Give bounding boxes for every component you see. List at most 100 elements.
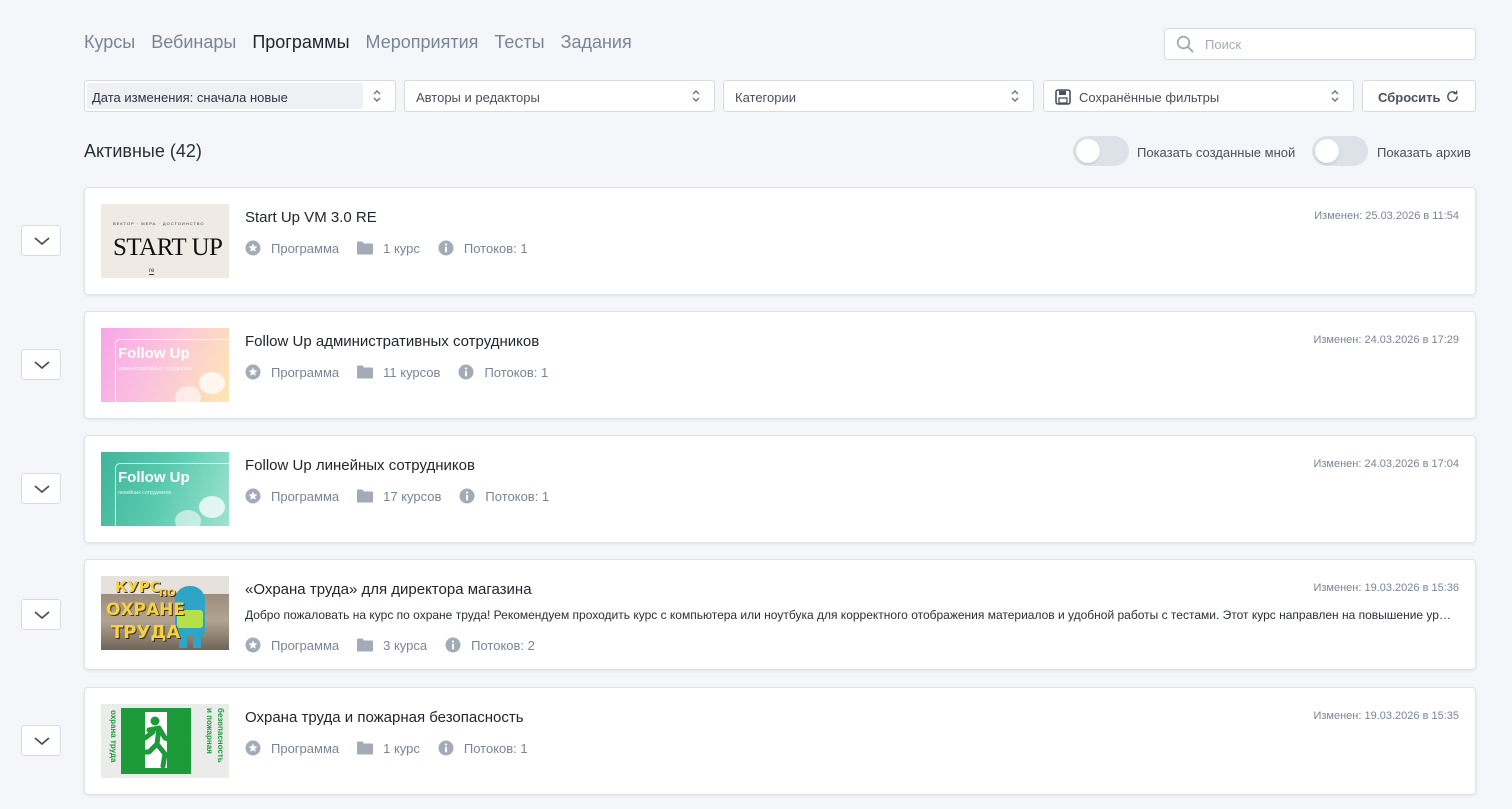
meta-streams-label: Потоков: 1 — [463, 240, 528, 256]
program-changed-date: Изменен: 19.03.2026 в 15:35 — [1313, 710, 1459, 722]
meta-streams-label: Потоков: 1 — [485, 488, 550, 504]
chevron-down-icon — [34, 611, 50, 620]
info-icon — [438, 240, 454, 256]
program-title[interactable]: «Охрана труда» для директора магазина — [245, 581, 532, 598]
meta-streams-label: Потоков: 2 — [471, 637, 535, 653]
info-icon — [438, 740, 454, 756]
thumb-title: Follow Up — [118, 345, 190, 362]
thumb-caption: ВЕКТОР · МЕРА · ДОСТОИНСТВО — [113, 221, 205, 226]
program-thumbnail: Follow Up линейных сотрудников — [101, 452, 229, 526]
meta-streams: Потоков: 1 — [438, 740, 528, 756]
meta-type-label: Программа — [271, 637, 340, 653]
expand-button[interactable] — [21, 225, 61, 256]
folder-icon — [357, 741, 374, 755]
reset-button-label: Сбросить — [1378, 90, 1441, 105]
authors-select[interactable]: Авторы и редакторы — [404, 80, 715, 112]
thumb-side-text: и пожарная — [205, 708, 214, 754]
thumb-caption: линейных сотрудников — [118, 490, 172, 496]
program-changed-date: Изменен: 24.03.2026 в 17:04 — [1313, 458, 1459, 470]
meta-streams: Потоков: 1 — [438, 240, 528, 256]
program-card[interactable]: Follow Up административных сотрудников F… — [84, 311, 1476, 419]
program-card[interactable]: охрана труда и пожарная безопасность Охр… — [84, 687, 1476, 795]
program-meta: Программа 3 курса Потоков: 2 — [245, 637, 553, 653]
saved-filters-label: Сохранённые фильтры — [1079, 90, 1220, 105]
meta-type-label: Программа — [271, 740, 340, 756]
toggle-archive[interactable] — [1312, 136, 1368, 166]
tab-webinars[interactable]: Вебинары — [151, 32, 236, 53]
info-icon — [445, 637, 461, 653]
meta-type: Программа — [245, 364, 339, 380]
meta-courses-label: 1 курс — [383, 240, 420, 256]
thumb-logo: re — [149, 268, 155, 275]
tab-assignments[interactable]: Задания — [561, 32, 632, 53]
thumb-caption: административных сотрудников — [118, 366, 193, 372]
search-icon — [1176, 35, 1194, 58]
chevron-down-icon — [34, 737, 50, 746]
floppy-disk-icon — [1055, 89, 1071, 108]
star-icon — [245, 740, 261, 756]
meta-type-label: Программа — [271, 364, 340, 380]
meta-type-label: Программа — [271, 240, 340, 256]
thumb-side-text: безопасность — [216, 708, 225, 763]
meta-courses: 1 курс — [357, 241, 420, 256]
meta-courses-label: 17 курсов — [383, 488, 442, 504]
program-card[interactable]: Follow Up линейных сотрудников Follow Up… — [84, 435, 1476, 543]
toggle-created-by-me[interactable] — [1073, 136, 1129, 166]
tab-tests[interactable]: Тесты — [494, 32, 544, 53]
reset-button[interactable]: Сбросить — [1362, 80, 1476, 112]
thumb-bubble — [175, 510, 201, 526]
meta-type: Программа — [245, 240, 339, 256]
toggle-created-by-me-label: Показать созданные мной — [1137, 145, 1296, 160]
meta-courses: 17 курсов — [357, 489, 441, 504]
expand-button[interactable] — [21, 349, 61, 380]
meta-type: Программа — [245, 488, 339, 504]
thumb-word: ОХРАНЕ — [106, 600, 186, 620]
tab-courses[interactable]: Курсы — [84, 32, 135, 53]
program-meta: Программа 1 курс Потоков: 1 — [245, 740, 546, 756]
thumb-side-text: охрана труда — [109, 710, 118, 763]
program-meta: Программа 17 курсов Потоков: 1 — [245, 488, 567, 504]
thumb-word: ТРУДА — [111, 622, 181, 643]
thumb-word: КУРС — [115, 578, 161, 596]
expand-button[interactable] — [21, 473, 61, 504]
star-icon — [245, 240, 261, 256]
sort-select-label: Дата изменения: сначала новые — [92, 90, 288, 105]
meta-courses: 3 курса — [357, 638, 427, 653]
thumb-leg — [193, 632, 201, 648]
program-thumbnail: охрана труда и пожарная безопасность — [101, 704, 229, 778]
thumb-title: Follow Up — [118, 469, 190, 486]
program-card[interactable]: ВЕКТОР · МЕРА · ДОСТОИНСТВО START UP re … — [84, 187, 1476, 295]
expand-button[interactable] — [21, 599, 61, 630]
meta-type: Программа — [245, 740, 339, 756]
program-title[interactable]: Start Up VM 3.0 RE — [245, 209, 377, 226]
toggle-archive-label: Показать архив — [1377, 145, 1471, 160]
select-arrows-icon — [1010, 89, 1020, 106]
program-changed-date: Изменен: 19.03.2026 в 15:36 — [1313, 582, 1459, 594]
select-arrows-icon — [691, 89, 701, 106]
categories-select[interactable]: Категории — [723, 80, 1034, 112]
program-title[interactable]: Follow Up административных сотрудников — [245, 333, 539, 350]
chevron-down-icon — [34, 485, 50, 494]
categories-select-label: Категории — [735, 90, 796, 105]
meta-courses: 1 курс — [357, 741, 420, 756]
saved-filters-select[interactable]: Сохранённые фильтры — [1043, 80, 1354, 112]
expand-button[interactable] — [21, 725, 61, 756]
program-title[interactable]: Охрана труда и пожарная безопасность — [245, 709, 524, 726]
program-thumbnail: КУРС ПО ОХРАНЕ ТРУДА — [101, 576, 229, 650]
meta-courses-label: 11 курсов — [383, 364, 441, 380]
meta-courses-label: 3 курса — [383, 637, 428, 653]
thumb-word: ПО — [159, 588, 176, 599]
thumb-bubble — [199, 496, 225, 518]
program-card[interactable]: КУРС ПО ОХРАНЕ ТРУДА «Охрана труда» для … — [84, 559, 1476, 670]
meta-streams-label: Потоков: 1 — [484, 364, 549, 380]
meta-streams: Потоков: 1 — [458, 364, 548, 380]
search-input[interactable] — [1205, 29, 1465, 59]
program-title[interactable]: Follow Up линейных сотрудников — [245, 457, 475, 474]
sort-select[interactable]: Дата изменения: сначала новые — [84, 80, 396, 112]
folder-icon — [357, 241, 374, 255]
meta-streams: Потоков: 1 — [459, 488, 549, 504]
tab-events[interactable]: Мероприятия — [366, 32, 479, 53]
star-icon — [245, 364, 261, 380]
chevron-down-icon — [34, 361, 50, 370]
tab-programs[interactable]: Программы — [252, 32, 349, 53]
